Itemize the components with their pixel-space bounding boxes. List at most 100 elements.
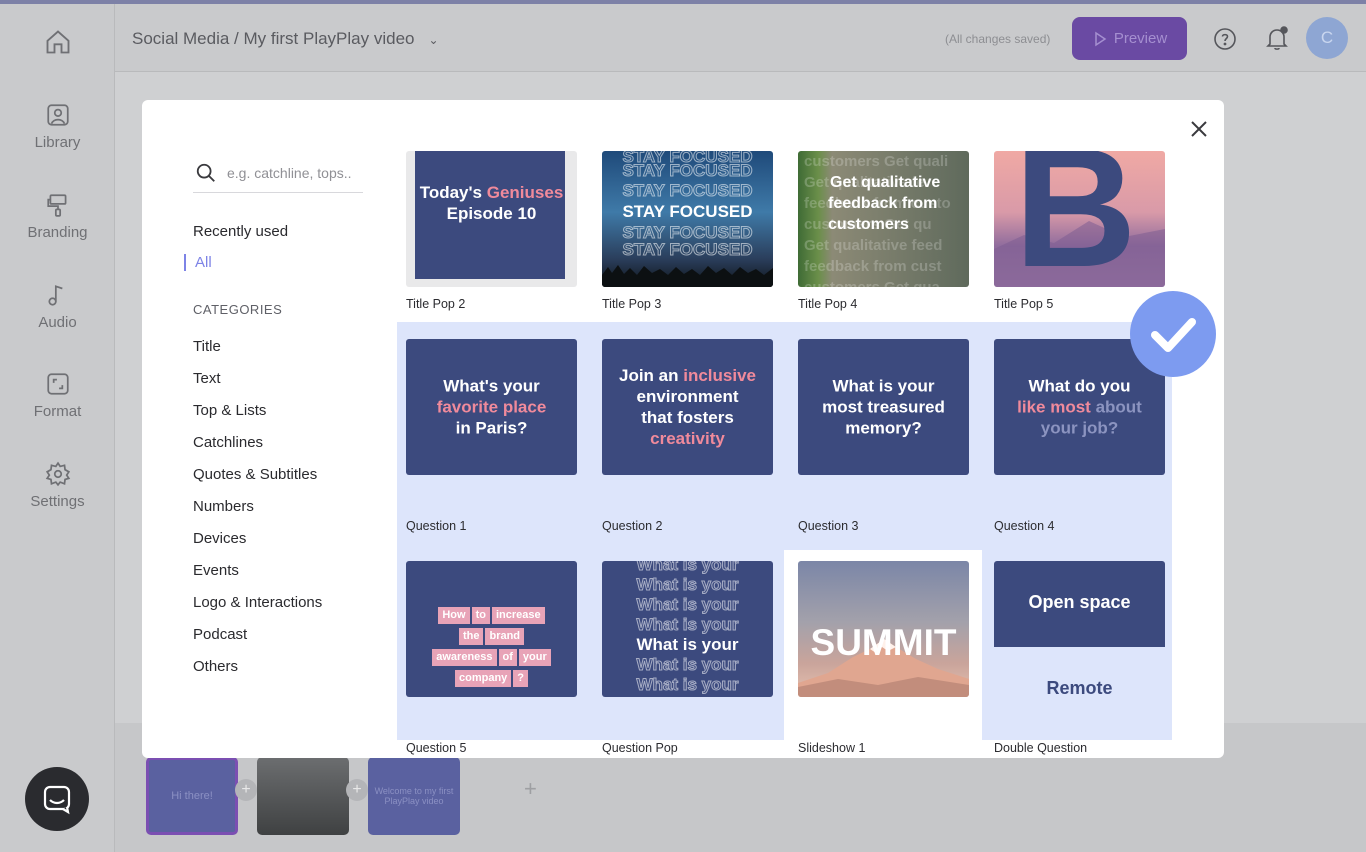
sidebar-item-settings[interactable]: Settings: [0, 461, 115, 510]
avatar[interactable]: C: [1306, 17, 1348, 59]
card-bg-text: feedback from cust: [804, 258, 942, 275]
image-icon: [45, 102, 71, 128]
card-text-line: most treasured: [822, 397, 945, 417]
checkmark-icon: [1151, 318, 1196, 352]
card-text: customers: [828, 216, 909, 233]
chip: increase: [491, 607, 545, 624]
sidebar-item-format[interactable]: Format: [0, 371, 115, 420]
timeline-thumbnail[interactable]: [257, 757, 349, 835]
template-card-slideshow-1[interactable]: SUMMIT: [798, 561, 969, 697]
chevron-down-icon[interactable]: ⌄: [429, 33, 439, 47]
card-text-outline: STAY FOCUSED: [622, 161, 753, 181]
search-icon: [196, 163, 215, 182]
forest-silhouette: [602, 265, 773, 287]
template-card-question-5[interactable]: How to increase the brand awareness of your c…: [406, 561, 577, 697]
card-text: What's your favorite place in Paris?: [406, 376, 577, 439]
home-icon[interactable]: [44, 28, 72, 56]
card-text-line: Episode 10: [446, 204, 537, 223]
breadcrumb-text: Social Media / My first PlayPlay video: [132, 29, 415, 48]
template-picker-modal: Recently used All CATEGORIES Title Text …: [142, 100, 1224, 758]
card-bg-text: customers Get qua: [804, 277, 969, 287]
preview-button[interactable]: Preview: [1072, 17, 1187, 60]
search-input[interactable]: [227, 163, 363, 183]
sidebar-item-audio[interactable]: Audio: [0, 282, 115, 331]
sidebar-item-library[interactable]: Library: [0, 102, 115, 151]
template-label: Question 4: [994, 519, 1055, 533]
card-big-letter: B: [1014, 151, 1137, 287]
card-text-line: in Paris?: [455, 418, 528, 438]
chip: ?: [513, 670, 529, 687]
sidebar-item-branding[interactable]: Branding: [0, 192, 115, 241]
template-label: Question 1: [406, 519, 467, 533]
template-card-title-pop-3[interactable]: STAY FOCUSED STAY FOCUSED STAY FOCUSED S…: [602, 151, 773, 287]
add-scene-icon[interactable]: +: [346, 779, 368, 801]
template-card-question-pop[interactable]: What is your What is your What is your W…: [602, 561, 773, 697]
template-label: Question 5: [406, 741, 467, 755]
category-numbers[interactable]: Numbers: [193, 498, 254, 515]
nav-all[interactable]: All: [184, 254, 212, 271]
sidebar-item-label: Settings: [30, 493, 85, 510]
sidebar-item-label: Audio: [38, 314, 77, 331]
template-label: Question Pop: [602, 741, 678, 755]
card-text: Get qualitative: [830, 174, 941, 191]
card-text-line: What is your: [832, 376, 935, 396]
category-text[interactable]: Text: [193, 370, 221, 387]
template-card-question-3[interactable]: What is your most treasured memory?: [798, 339, 969, 475]
card-text-line: that fosters: [641, 408, 734, 427]
template-card-double-question[interactable]: Open space Remote: [994, 561, 1165, 697]
timeline-thumbnail[interactable]: Welcome to my first PlayPlay video: [368, 757, 460, 835]
category-logo-interactions[interactable]: Logo & Interactions: [193, 594, 322, 611]
template-card-title-pop-5[interactable]: B: [994, 151, 1165, 287]
chip: brand: [485, 628, 525, 645]
card-text-line: Today's: [419, 183, 487, 202]
category-devices[interactable]: Devices: [193, 530, 246, 547]
template-card-question-1[interactable]: What's your favorite place in Paris?: [406, 339, 577, 475]
add-scene-icon[interactable]: +: [524, 776, 537, 802]
close-icon[interactable]: [1189, 119, 1209, 139]
card-text-outline: What is your: [636, 561, 739, 575]
category-catchlines[interactable]: Catchlines: [193, 434, 263, 451]
card-text-outline: STAY FOCUSED: [622, 181, 753, 201]
chat-support-button[interactable]: [25, 767, 89, 831]
chip: awareness: [432, 649, 497, 666]
template-label: Double Question: [994, 741, 1088, 755]
category-podcast[interactable]: Podcast: [193, 626, 247, 643]
category-events[interactable]: Events: [193, 562, 239, 579]
template-card-title-pop-4[interactable]: customers Get quali Get qualitative fe f…: [798, 151, 969, 287]
card-text-highlight: like most: [1017, 397, 1096, 417]
category-quotes-subtitles[interactable]: Quotes & Subtitles: [193, 466, 317, 483]
nav-recently-used[interactable]: Recently used: [193, 223, 288, 240]
category-title[interactable]: Title: [193, 338, 221, 355]
category-others[interactable]: Others: [193, 658, 238, 675]
resize-icon: [45, 371, 71, 397]
category-top-lists[interactable]: Top & Lists: [193, 402, 266, 419]
preview-label: Preview: [1113, 30, 1168, 47]
card-text: SUMMIT: [810, 622, 957, 663]
timeline-thumbnail[interactable]: Hi there!: [146, 757, 238, 835]
bell-icon[interactable]: [1265, 26, 1289, 52]
music-note-icon: [45, 282, 71, 308]
card-text-outline: What is your: [636, 575, 739, 595]
card-text: Open space: [1028, 592, 1131, 612]
template-label: Question 2: [602, 519, 663, 533]
chip: to: [471, 607, 490, 624]
card-text: Today's Geniuses Episode 10: [406, 182, 577, 224]
template-card-title-pop-2[interactable]: Today's Geniuses Episode 10: [406, 151, 577, 287]
play-icon: [1095, 31, 1107, 46]
chip: your: [518, 649, 551, 666]
card-text-outline: What is your: [636, 655, 739, 675]
add-scene-icon[interactable]: +: [235, 779, 257, 801]
help-icon[interactable]: [1213, 27, 1237, 51]
template-card-question-2[interactable]: Join an inclusive environment that foste…: [602, 339, 773, 475]
template-label: Title Pop 2: [406, 297, 466, 311]
breadcrumb[interactable]: Social Media / My first PlayPlay video ⌄: [132, 29, 439, 49]
card-text: STAY FOCUSED: [622, 202, 753, 221]
sidebar-item-label: Library: [34, 134, 81, 151]
card-text-highlight: favorite place: [436, 397, 547, 417]
card-text: What is your most treasured memory?: [798, 376, 969, 439]
card-text-outline: What is your: [636, 675, 739, 695]
card-text: Remote: [1046, 678, 1113, 697]
template-label: Question 3: [798, 519, 859, 533]
card-text-outline: What is your: [636, 595, 739, 615]
card-text-highlight: inclusive: [683, 366, 756, 385]
